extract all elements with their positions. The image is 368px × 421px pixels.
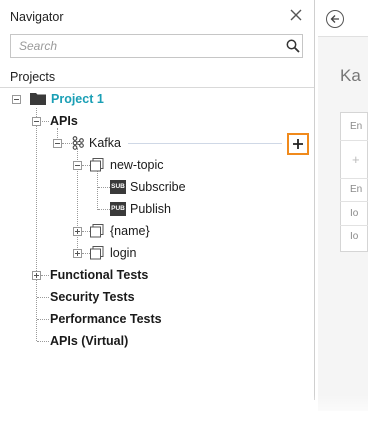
editor-row[interactable]: Io — [350, 231, 358, 242]
tree-line — [82, 165, 90, 166]
add-button[interactable] — [287, 133, 309, 155]
tree-line — [98, 187, 110, 188]
row-highlight-line — [128, 143, 282, 144]
tree-item-performance-tests[interactable]: Performance Tests — [50, 309, 162, 329]
navigator-title: Navigator — [10, 10, 64, 24]
collapse-kafka-toggle[interactable] — [53, 139, 62, 148]
topic-icon — [90, 158, 104, 172]
name-param-label: {name} — [110, 224, 150, 238]
tree-item-security-tests[interactable]: Security Tests — [50, 287, 135, 307]
navigator-panel: Navigator Projects Project 1 APIs — [0, 0, 315, 421]
tree-item-functional-tests[interactable]: Functional Tests — [50, 265, 148, 285]
tree-item-subscribe[interactable]: SUB Subscribe — [110, 177, 200, 197]
topic-icon — [90, 246, 104, 260]
collapse-new-topic-toggle[interactable] — [73, 161, 82, 170]
divider — [340, 140, 368, 141]
close-icon[interactable] — [288, 7, 304, 23]
kafka-icon — [72, 136, 84, 150]
new-topic-label: new-topic — [110, 158, 164, 172]
search-box[interactable] — [10, 34, 303, 58]
collapse-project-toggle[interactable] — [12, 95, 21, 104]
expand-functional-tests-toggle[interactable] — [32, 271, 41, 280]
tree-line — [37, 341, 49, 342]
tree-line — [36, 108, 37, 341]
tree-line — [98, 209, 110, 210]
editor-row[interactable]: En — [350, 184, 362, 195]
tree-line — [97, 170, 98, 210]
project-label: Project 1 — [51, 92, 104, 106]
projects-label: Projects — [10, 70, 56, 84]
back-button[interactable] — [326, 10, 344, 28]
tree-line — [37, 319, 49, 320]
divider — [0, 87, 314, 88]
divider — [340, 225, 368, 226]
publish-label: Publish — [130, 202, 171, 216]
publish-badge-icon: PUB — [110, 202, 126, 216]
expand-login-toggle[interactable] — [73, 249, 82, 258]
editor-row[interactable]: Io — [350, 208, 358, 219]
topic-icon — [90, 224, 104, 238]
expand-name-toggle[interactable] — [73, 227, 82, 236]
tree-line — [82, 231, 90, 232]
collapse-apis-toggle[interactable] — [32, 117, 41, 126]
folder-icon — [30, 93, 46, 105]
plus-icon — [293, 139, 303, 149]
tree-item-apis[interactable]: APIs — [50, 111, 78, 131]
editor-title: Ka — [340, 66, 361, 85]
tree-line — [82, 253, 90, 254]
login-label: login — [110, 246, 137, 260]
subscribe-label: Subscribe — [130, 180, 186, 194]
editor-table-header: En — [350, 121, 363, 132]
tree-item-publish[interactable]: PUB Publish — [110, 199, 190, 219]
divider — [340, 178, 368, 179]
arrow-left-icon — [330, 15, 339, 23]
panel-divider — [314, 0, 315, 400]
divider — [340, 201, 368, 202]
tree-line — [37, 297, 49, 298]
search-icon[interactable] — [286, 39, 300, 53]
add-icon[interactable]: + — [352, 152, 360, 167]
search-input[interactable] — [11, 35, 281, 57]
kafka-label: Kafka — [89, 136, 121, 150]
subscribe-badge-icon: SUB — [110, 180, 126, 194]
tree-line — [41, 275, 49, 276]
tree-item-apis-virtual[interactable]: APIs (Virtual) — [50, 331, 128, 351]
bottom-fade — [0, 395, 368, 421]
